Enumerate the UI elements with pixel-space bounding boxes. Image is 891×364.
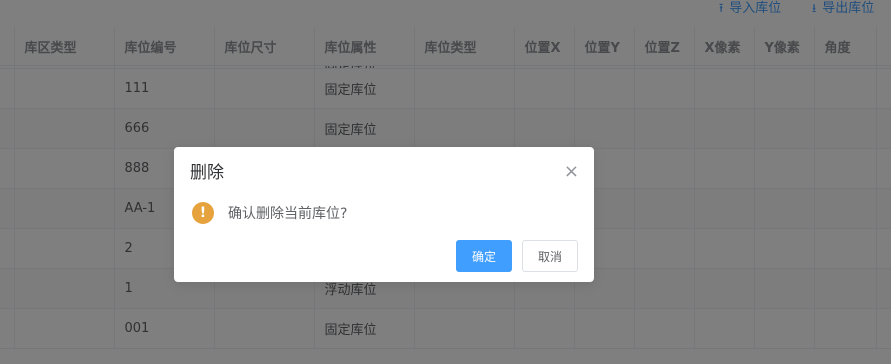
warning-icon: !	[192, 202, 214, 224]
cancel-button[interactable]: 取消	[522, 240, 578, 272]
dialog-message: 确认删除当前库位?	[228, 206, 348, 222]
dialog-title: 删除	[190, 163, 224, 183]
delete-confirm-dialog: 删除 × ! 确认删除当前库位? 确定 取消	[174, 147, 594, 282]
dialog-body: ! 确认删除当前库位?	[192, 201, 347, 225]
close-icon[interactable]: ×	[564, 160, 579, 184]
confirm-button[interactable]: 确定	[456, 240, 512, 272]
